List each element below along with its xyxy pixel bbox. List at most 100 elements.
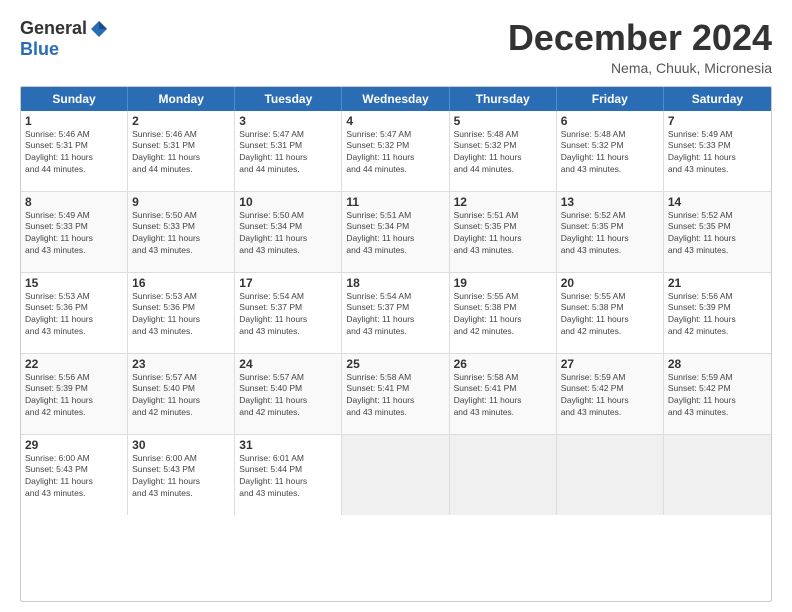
day-number: 5	[454, 114, 552, 128]
day-number: 10	[239, 195, 337, 209]
calendar-cell: 22Sunrise: 5:56 AM Sunset: 5:39 PM Dayli…	[21, 354, 128, 434]
day-number: 27	[561, 357, 659, 371]
day-number: 3	[239, 114, 337, 128]
day-number: 16	[132, 276, 230, 290]
day-info: Sunrise: 5:56 AM Sunset: 5:39 PM Dayligh…	[668, 291, 767, 339]
day-number: 31	[239, 438, 337, 452]
title-section: December 2024 Nema, Chuuk, Micronesia	[508, 18, 772, 76]
calendar: SundayMondayTuesdayWednesdayThursdayFrid…	[20, 86, 772, 602]
day-number: 18	[346, 276, 444, 290]
day-number: 4	[346, 114, 444, 128]
day-info: Sunrise: 5:46 AM Sunset: 5:31 PM Dayligh…	[25, 129, 123, 177]
calendar-cell: 8Sunrise: 5:49 AM Sunset: 5:33 PM Daylig…	[21, 192, 128, 272]
day-number: 9	[132, 195, 230, 209]
day-info: Sunrise: 5:46 AM Sunset: 5:31 PM Dayligh…	[132, 129, 230, 177]
calendar-cell: 18Sunrise: 5:54 AM Sunset: 5:37 PM Dayli…	[342, 273, 449, 353]
day-number: 2	[132, 114, 230, 128]
day-number: 22	[25, 357, 123, 371]
day-number: 6	[561, 114, 659, 128]
header-day-monday: Monday	[128, 87, 235, 111]
day-info: Sunrise: 5:54 AM Sunset: 5:37 PM Dayligh…	[239, 291, 337, 339]
day-info: Sunrise: 5:49 AM Sunset: 5:33 PM Dayligh…	[668, 129, 767, 177]
day-info: Sunrise: 6:00 AM Sunset: 5:43 PM Dayligh…	[25, 453, 123, 501]
calendar-cell: 29Sunrise: 6:00 AM Sunset: 5:43 PM Dayli…	[21, 435, 128, 515]
day-info: Sunrise: 5:51 AM Sunset: 5:34 PM Dayligh…	[346, 210, 444, 258]
calendar-week-5: 29Sunrise: 6:00 AM Sunset: 5:43 PM Dayli…	[21, 435, 771, 515]
day-info: Sunrise: 5:47 AM Sunset: 5:31 PM Dayligh…	[239, 129, 337, 177]
day-info: Sunrise: 5:54 AM Sunset: 5:37 PM Dayligh…	[346, 291, 444, 339]
day-number: 25	[346, 357, 444, 371]
day-number: 13	[561, 195, 659, 209]
calendar-cell: 9Sunrise: 5:50 AM Sunset: 5:33 PM Daylig…	[128, 192, 235, 272]
calendar-cell: 4Sunrise: 5:47 AM Sunset: 5:32 PM Daylig…	[342, 111, 449, 191]
calendar-cell	[450, 435, 557, 515]
day-info: Sunrise: 5:50 AM Sunset: 5:34 PM Dayligh…	[239, 210, 337, 258]
calendar-cell: 23Sunrise: 5:57 AM Sunset: 5:40 PM Dayli…	[128, 354, 235, 434]
day-number: 8	[25, 195, 123, 209]
header-day-wednesday: Wednesday	[342, 87, 449, 111]
logo-general: General	[20, 18, 87, 39]
calendar-cell: 28Sunrise: 5:59 AM Sunset: 5:42 PM Dayli…	[664, 354, 771, 434]
calendar-cell: 5Sunrise: 5:48 AM Sunset: 5:32 PM Daylig…	[450, 111, 557, 191]
calendar-cell: 27Sunrise: 5:59 AM Sunset: 5:42 PM Dayli…	[557, 354, 664, 434]
day-info: Sunrise: 5:52 AM Sunset: 5:35 PM Dayligh…	[561, 210, 659, 258]
day-number: 30	[132, 438, 230, 452]
day-info: Sunrise: 6:00 AM Sunset: 5:43 PM Dayligh…	[132, 453, 230, 501]
calendar-week-3: 15Sunrise: 5:53 AM Sunset: 5:36 PM Dayli…	[21, 273, 771, 354]
calendar-header: SundayMondayTuesdayWednesdayThursdayFrid…	[21, 87, 771, 111]
header-day-sunday: Sunday	[21, 87, 128, 111]
page: General Blue December 2024 Nema, Chuuk, …	[0, 0, 792, 612]
day-info: Sunrise: 6:01 AM Sunset: 5:44 PM Dayligh…	[239, 453, 337, 501]
day-info: Sunrise: 5:56 AM Sunset: 5:39 PM Dayligh…	[25, 372, 123, 420]
header-day-thursday: Thursday	[450, 87, 557, 111]
header-day-friday: Friday	[557, 87, 664, 111]
calendar-cell: 26Sunrise: 5:58 AM Sunset: 5:41 PM Dayli…	[450, 354, 557, 434]
calendar-cell: 13Sunrise: 5:52 AM Sunset: 5:35 PM Dayli…	[557, 192, 664, 272]
day-info: Sunrise: 5:53 AM Sunset: 5:36 PM Dayligh…	[25, 291, 123, 339]
day-info: Sunrise: 5:57 AM Sunset: 5:40 PM Dayligh…	[239, 372, 337, 420]
calendar-cell: 3Sunrise: 5:47 AM Sunset: 5:31 PM Daylig…	[235, 111, 342, 191]
day-number: 14	[668, 195, 767, 209]
calendar-cell: 24Sunrise: 5:57 AM Sunset: 5:40 PM Dayli…	[235, 354, 342, 434]
calendar-cell: 25Sunrise: 5:58 AM Sunset: 5:41 PM Dayli…	[342, 354, 449, 434]
calendar-cell: 31Sunrise: 6:01 AM Sunset: 5:44 PM Dayli…	[235, 435, 342, 515]
day-number: 12	[454, 195, 552, 209]
calendar-cell: 2Sunrise: 5:46 AM Sunset: 5:31 PM Daylig…	[128, 111, 235, 191]
day-number: 29	[25, 438, 123, 452]
day-info: Sunrise: 5:53 AM Sunset: 5:36 PM Dayligh…	[132, 291, 230, 339]
calendar-cell: 30Sunrise: 6:00 AM Sunset: 5:43 PM Dayli…	[128, 435, 235, 515]
day-info: Sunrise: 5:50 AM Sunset: 5:33 PM Dayligh…	[132, 210, 230, 258]
calendar-cell: 17Sunrise: 5:54 AM Sunset: 5:37 PM Dayli…	[235, 273, 342, 353]
calendar-cell: 20Sunrise: 5:55 AM Sunset: 5:38 PM Dayli…	[557, 273, 664, 353]
day-info: Sunrise: 5:48 AM Sunset: 5:32 PM Dayligh…	[561, 129, 659, 177]
day-info: Sunrise: 5:49 AM Sunset: 5:33 PM Dayligh…	[25, 210, 123, 258]
day-number: 28	[668, 357, 767, 371]
day-info: Sunrise: 5:55 AM Sunset: 5:38 PM Dayligh…	[561, 291, 659, 339]
calendar-cell	[342, 435, 449, 515]
calendar-cell: 11Sunrise: 5:51 AM Sunset: 5:34 PM Dayli…	[342, 192, 449, 272]
day-info: Sunrise: 5:57 AM Sunset: 5:40 PM Dayligh…	[132, 372, 230, 420]
calendar-week-2: 8Sunrise: 5:49 AM Sunset: 5:33 PM Daylig…	[21, 192, 771, 273]
day-number: 15	[25, 276, 123, 290]
day-number: 19	[454, 276, 552, 290]
calendar-cell: 7Sunrise: 5:49 AM Sunset: 5:33 PM Daylig…	[664, 111, 771, 191]
day-number: 23	[132, 357, 230, 371]
day-number: 21	[668, 276, 767, 290]
calendar-week-1: 1Sunrise: 5:46 AM Sunset: 5:31 PM Daylig…	[21, 111, 771, 192]
calendar-cell: 15Sunrise: 5:53 AM Sunset: 5:36 PM Dayli…	[21, 273, 128, 353]
location: Nema, Chuuk, Micronesia	[508, 60, 772, 76]
calendar-cell: 21Sunrise: 5:56 AM Sunset: 5:39 PM Dayli…	[664, 273, 771, 353]
calendar-body: 1Sunrise: 5:46 AM Sunset: 5:31 PM Daylig…	[21, 111, 771, 515]
calendar-cell	[557, 435, 664, 515]
day-info: Sunrise: 5:55 AM Sunset: 5:38 PM Dayligh…	[454, 291, 552, 339]
calendar-cell: 10Sunrise: 5:50 AM Sunset: 5:34 PM Dayli…	[235, 192, 342, 272]
logo-icon	[89, 19, 109, 39]
day-number: 26	[454, 357, 552, 371]
day-number: 20	[561, 276, 659, 290]
day-info: Sunrise: 5:51 AM Sunset: 5:35 PM Dayligh…	[454, 210, 552, 258]
calendar-cell: 6Sunrise: 5:48 AM Sunset: 5:32 PM Daylig…	[557, 111, 664, 191]
day-number: 11	[346, 195, 444, 209]
day-number: 7	[668, 114, 767, 128]
day-number: 24	[239, 357, 337, 371]
calendar-cell: 16Sunrise: 5:53 AM Sunset: 5:36 PM Dayli…	[128, 273, 235, 353]
